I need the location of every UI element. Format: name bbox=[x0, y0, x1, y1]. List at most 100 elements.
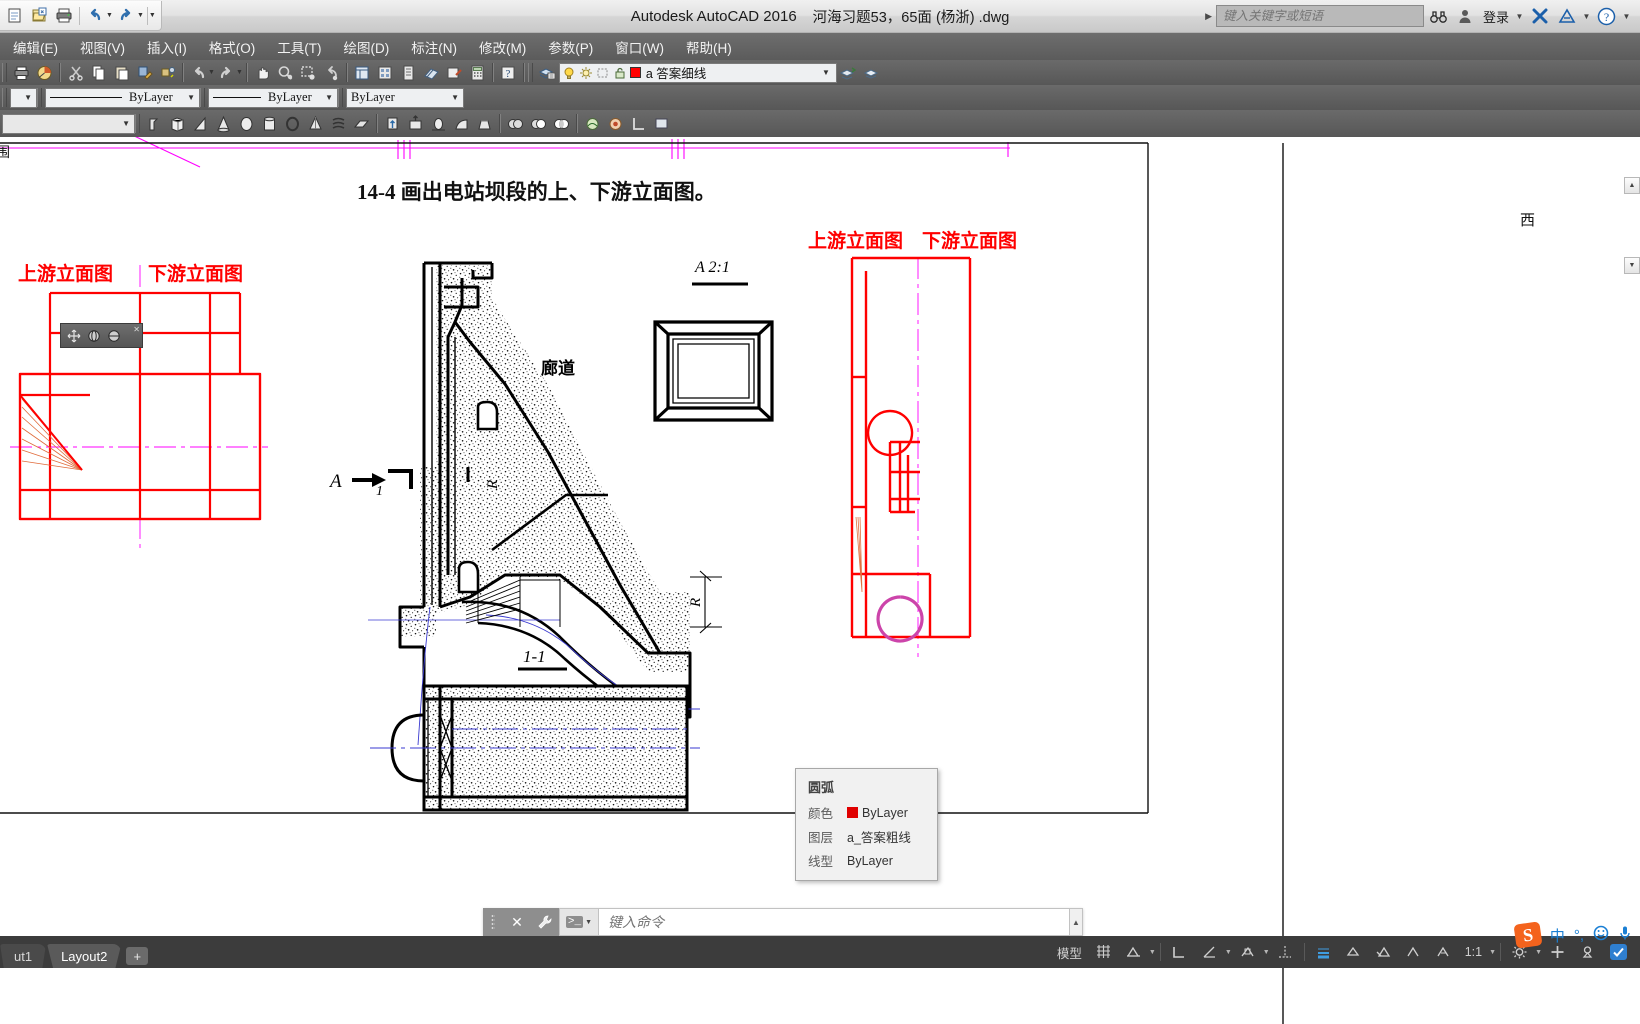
markup-set-icon[interactable] bbox=[443, 62, 466, 84]
properties-extra-chevron-icon[interactable]: ▼ bbox=[18, 93, 32, 102]
new-file-icon[interactable] bbox=[2, 4, 26, 28]
help-icon[interactable]: ? bbox=[1594, 4, 1619, 28]
loft-icon[interactable] bbox=[473, 113, 496, 135]
binoculars-icon[interactable] bbox=[1426, 4, 1451, 28]
chinese-mode-icon[interactable]: 中 bbox=[1550, 925, 1565, 946]
pan-hand-icon[interactable] bbox=[251, 62, 274, 84]
union-icon[interactable] bbox=[504, 113, 527, 135]
menu-edit[interactable]: 编辑(E) bbox=[2, 34, 69, 60]
close-floating-toolbar-icon[interactable]: ✕ bbox=[133, 325, 140, 334]
help-toolbar-icon[interactable]: ? bbox=[497, 62, 520, 84]
print-icon[interactable] bbox=[52, 4, 76, 28]
workspace-dropdown-icon[interactable]: ▼ bbox=[1535, 949, 1542, 956]
polysolid-icon[interactable] bbox=[143, 113, 166, 135]
menu-dimension[interactable]: 标注(N) bbox=[400, 34, 468, 60]
layer-properties-icon[interactable] bbox=[536, 62, 559, 84]
polar-tracking-toggle[interactable] bbox=[1195, 939, 1224, 965]
menu-view[interactable]: 视图(V) bbox=[69, 34, 136, 60]
orbit-free-icon[interactable] bbox=[105, 327, 123, 345]
planar-surface-icon[interactable] bbox=[350, 113, 373, 135]
extrude-icon[interactable] bbox=[381, 113, 404, 135]
command-input[interactable] bbox=[608, 914, 1082, 930]
helix-icon[interactable] bbox=[327, 113, 350, 135]
command-line-grip[interactable] bbox=[483, 908, 503, 936]
menu-parametric[interactable]: 参数(P) bbox=[537, 34, 604, 60]
cone-icon[interactable] bbox=[212, 113, 235, 135]
properties-palette-icon[interactable] bbox=[351, 62, 374, 84]
annotation-visibility-toggle[interactable] bbox=[1399, 939, 1428, 965]
zoom-realtime-icon[interactable] bbox=[274, 62, 297, 84]
cylinder-icon[interactable] bbox=[258, 113, 281, 135]
wrench-icon[interactable] bbox=[531, 908, 559, 936]
lineweight-toggle[interactable] bbox=[1309, 939, 1338, 965]
properties-extra-combo[interactable]: ▼ bbox=[10, 87, 37, 108]
scroll-up-icon[interactable]: ▲ bbox=[1624, 177, 1640, 194]
punctuation-icon[interactable]: °, bbox=[1574, 927, 1584, 944]
command-line[interactable]: ✕ >_ ▼ ▲ bbox=[483, 908, 1083, 936]
paste-icon[interactable] bbox=[110, 62, 133, 84]
lineweight-control[interactable]: ByLayer ▼ bbox=[346, 87, 464, 108]
sphere-icon[interactable] bbox=[235, 113, 258, 135]
menu-insert[interactable]: 插入(I) bbox=[136, 34, 198, 60]
intersect-icon[interactable] bbox=[550, 113, 573, 135]
voice-icon[interactable] bbox=[1618, 925, 1632, 945]
color-control-chevron-icon[interactable]: ▼ bbox=[181, 93, 195, 102]
annotation-scale[interactable]: 1:1 bbox=[1459, 939, 1488, 965]
quickcalc-icon[interactable] bbox=[466, 62, 489, 84]
otrack-toggle[interactable] bbox=[1271, 939, 1300, 965]
linetype-control-chevron-icon[interactable]: ▼ bbox=[319, 93, 333, 102]
modeling-toolbar-grip[interactable] bbox=[135, 114, 140, 133]
vertical-scrollbar[interactable]: ▲ ▼ bbox=[1624, 137, 1640, 897]
command-prompt-icon[interactable]: >_ ▼ bbox=[559, 908, 599, 936]
sheet-set-icon[interactable] bbox=[420, 62, 443, 84]
layer-toolbar-grip[interactable] bbox=[527, 63, 533, 82]
drawing-canvas[interactable]: 14-4 画出电站坝段的上、下游立面图。 上游立面图 下游立面图 廊道 A 1 … bbox=[0, 137, 1640, 1024]
menu-draw[interactable]: 绘图(D) bbox=[333, 34, 401, 60]
open-file-icon[interactable] bbox=[27, 4, 51, 28]
redo-dropdown-icon[interactable]: ▼ bbox=[137, 12, 144, 19]
undo-icon-2[interactable] bbox=[187, 62, 210, 84]
sweep-icon[interactable] bbox=[450, 113, 473, 135]
menu-help[interactable]: 帮助(H) bbox=[675, 34, 743, 60]
undo-icon[interactable] bbox=[83, 4, 107, 28]
plot-preview-icon[interactable] bbox=[33, 62, 56, 84]
materials-icon[interactable] bbox=[604, 113, 627, 135]
pyramid-icon[interactable] bbox=[304, 113, 327, 135]
color-control-grip[interactable] bbox=[37, 88, 42, 107]
layer-previous-icon[interactable] bbox=[837, 62, 860, 84]
linetype-control-grip[interactable] bbox=[200, 88, 205, 107]
add-layout-button[interactable]: + bbox=[126, 947, 149, 965]
infocenter-expand-icon[interactable]: ▶ bbox=[1205, 11, 1212, 22]
sign-in-label[interactable]: 登录 bbox=[1480, 7, 1512, 26]
plot-style-chevron-icon[interactable]: ▼ bbox=[122, 119, 134, 128]
layer-control-dropdown[interactable]: a 答案细线 ▼ bbox=[558, 62, 837, 83]
toolbar-grip[interactable] bbox=[2, 63, 7, 82]
render-icon[interactable] bbox=[581, 113, 604, 135]
lineweight-control-chevron-icon[interactable]: ▼ bbox=[445, 93, 459, 102]
snap-mode-toggle[interactable] bbox=[1119, 939, 1148, 965]
redo-icon-2[interactable] bbox=[215, 62, 238, 84]
menu-window[interactable]: 窗口(W) bbox=[604, 34, 675, 60]
undo-dropdown-icon[interactable]: ▼ bbox=[106, 12, 113, 19]
prompt-chevron-icon[interactable]: ▼ bbox=[585, 919, 592, 926]
blocks-editor-icon[interactable] bbox=[156, 62, 179, 84]
zoom-previous-icon[interactable] bbox=[320, 62, 343, 84]
scroll-down-icon[interactable]: ▼ bbox=[1624, 257, 1640, 274]
match-properties-icon[interactable] bbox=[133, 62, 156, 84]
box-icon[interactable] bbox=[166, 113, 189, 135]
a360-dropdown-icon[interactable]: ▼ bbox=[1581, 12, 1592, 21]
grid-display-toggle[interactable] bbox=[1089, 939, 1118, 965]
menu-tools[interactable]: 工具(T) bbox=[266, 34, 332, 60]
sign-in-dropdown-icon[interactable]: ▼ bbox=[1514, 12, 1525, 21]
presspull-icon[interactable] bbox=[404, 113, 427, 135]
menu-format[interactable]: 格式(O) bbox=[198, 34, 267, 60]
menu-modify[interactable]: 修改(M) bbox=[468, 34, 537, 60]
snap-dropdown-icon[interactable]: ▼ bbox=[1149, 949, 1156, 956]
layout-tab-2[interactable]: Layout2 bbox=[47, 944, 122, 968]
wedge-icon[interactable] bbox=[189, 113, 212, 135]
command-scroll-up-icon[interactable]: ▲ bbox=[1069, 908, 1083, 936]
a360-icon[interactable] bbox=[1554, 4, 1579, 28]
sogou-logo-icon[interactable]: S bbox=[1513, 921, 1543, 949]
revolve-icon[interactable] bbox=[427, 113, 450, 135]
autoscale-toggle[interactable] bbox=[1429, 939, 1458, 965]
